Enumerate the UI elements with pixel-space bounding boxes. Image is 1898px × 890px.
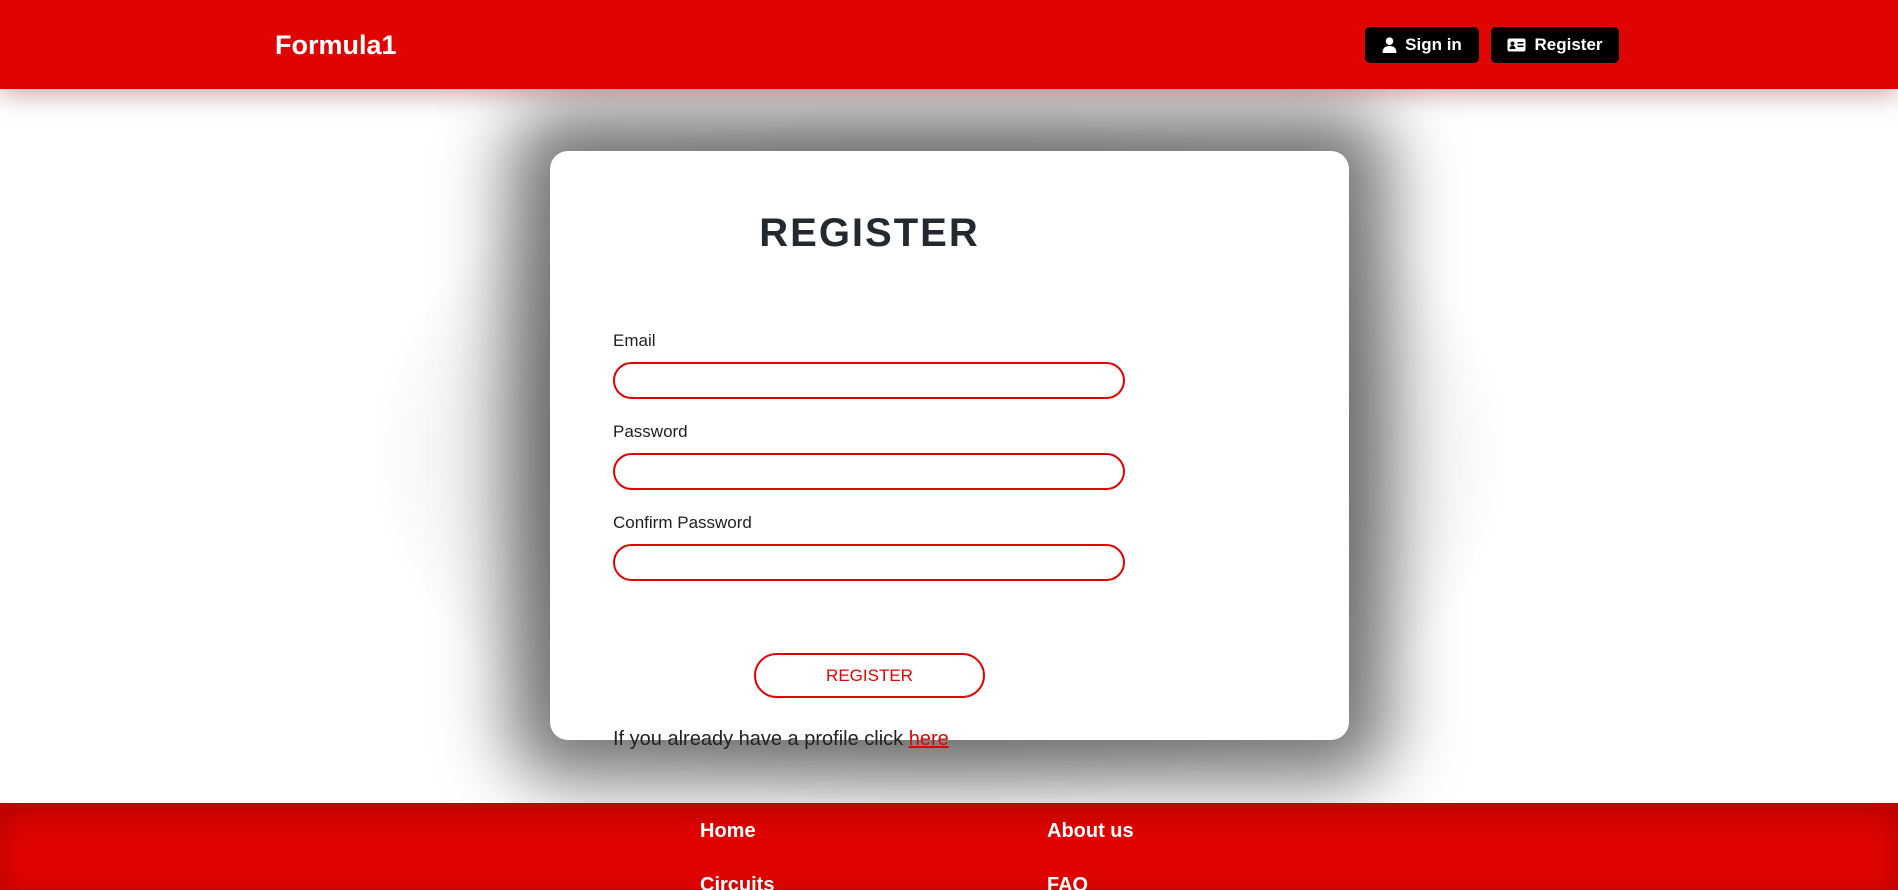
- login-prompt-text: If you already have a profile click: [613, 728, 904, 750]
- sign-in-button[interactable]: Sign in: [1365, 27, 1479, 63]
- footer-link-home[interactable]: Home: [700, 820, 756, 843]
- user-icon: [1382, 37, 1397, 53]
- main-content: REGISTER Email Password Confirm Password…: [0, 89, 1898, 804]
- register-nav-button[interactable]: Register: [1491, 27, 1619, 63]
- id-card-icon: [1507, 38, 1526, 52]
- page: Formula1 Sign in Register REGISTER Email…: [0, 0, 1898, 890]
- footer-link-about-us[interactable]: About us: [1047, 820, 1134, 843]
- password-label: Password: [613, 422, 688, 441]
- page-title: REGISTER: [759, 211, 980, 255]
- sign-in-label: Sign in: [1405, 35, 1462, 54]
- brand-logo-text[interactable]: Formula1: [275, 30, 397, 61]
- footer-link-faq[interactable]: FAQ: [1047, 874, 1088, 890]
- email-field[interactable]: [613, 362, 1125, 399]
- register-card: REGISTER Email Password Confirm Password…: [550, 151, 1349, 750]
- register-nav-label: Register: [1534, 35, 1603, 54]
- login-prompt: If you already have a profile click here: [613, 728, 949, 751]
- footer: Home About us Circuits FAQ: [0, 803, 1898, 890]
- register-submit-button[interactable]: REGISTER: [754, 653, 985, 698]
- top-navbar: Formula1 Sign in Register: [0, 0, 1898, 89]
- login-here-link[interactable]: here: [909, 728, 949, 750]
- footer-link-circuits[interactable]: Circuits: [700, 874, 774, 890]
- confirm-password-field[interactable]: [613, 544, 1125, 581]
- password-field[interactable]: [613, 453, 1125, 490]
- email-label: Email: [613, 331, 656, 350]
- confirm-password-label: Confirm Password: [613, 513, 752, 532]
